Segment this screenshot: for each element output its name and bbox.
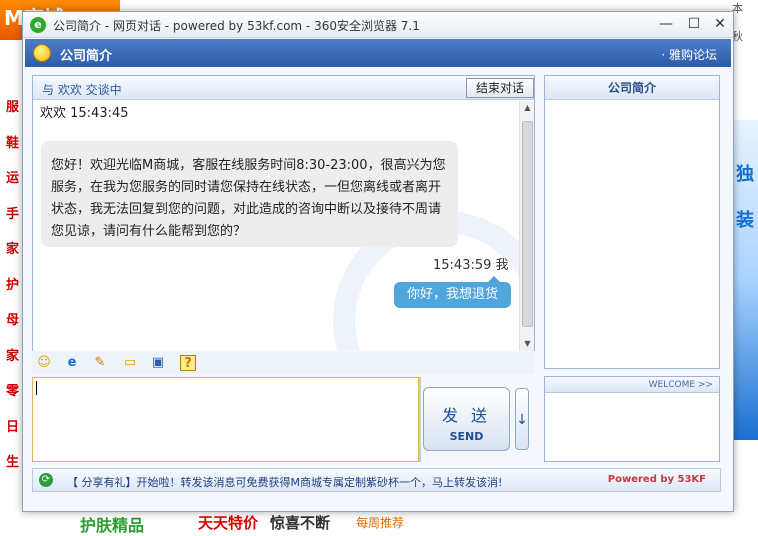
welcome-header[interactable]: WELCOME >>: [545, 377, 719, 393]
scroll-thumb[interactable]: [522, 121, 533, 327]
conversation-panel: 与 欢欢 交谈中 结束对话 欢欢 15:43:45 您好！欢迎光临M商城，客服在…: [32, 75, 535, 351]
scroll-down-icon[interactable]: ▼: [520, 337, 535, 351]
promo-weekly[interactable]: 每周推荐: [356, 514, 404, 531]
window-title: 公司简介 - 网页对话 - powered by 53kf.com - 360安…: [53, 19, 420, 33]
send-label-en: SEND: [449, 430, 484, 443]
message-input[interactable]: [32, 377, 419, 462]
user-message-bubble: 你好，我想退货: [394, 276, 511, 308]
minimize-button[interactable]: —: [653, 14, 679, 34]
notice-bar: ⟳ 【 分享有礼】开始啦！转发该消息可免费获得M商城专属定制紫砂杯一个，马上转发…: [32, 468, 721, 492]
user-message-sender: 15:43:59 我: [433, 258, 509, 273]
save-icon[interactable]: ▣: [150, 355, 166, 371]
share-icon: ⟳: [39, 473, 53, 487]
welcome-panel: WELCOME >>: [544, 376, 720, 462]
help-icon[interactable]: ?: [180, 355, 196, 371]
notice-text[interactable]: 【 分享有礼】开始啦！转发该消息可免费获得M商城专属定制紫砂杯一个，马上转发该消…: [67, 474, 537, 490]
company-info-title: 公司简介: [545, 76, 719, 100]
message-scrollbar[interactable]: ▲ ▼: [519, 101, 534, 351]
chat-header: 公司简介 · 雅购论坛: [25, 39, 731, 67]
input-toolbar: ☺ e ✎ ▭ ▣ ?: [32, 352, 535, 374]
ie-icon[interactable]: e: [64, 355, 80, 371]
window-titlebar[interactable]: e 公司简介 - 网页对话 - powered by 53kf.com - 36…: [23, 12, 733, 38]
category-item[interactable]: 服: [0, 90, 22, 126]
send-options-button[interactable]: ↓: [515, 388, 529, 450]
category-item[interactable]: 鞋: [0, 126, 22, 162]
send-label-zh: 发 送: [441, 406, 492, 425]
category-item[interactable]: 零: [0, 374, 22, 410]
smiley-logo-icon: [33, 44, 51, 62]
maximize-button[interactable]: ☐: [681, 14, 707, 34]
category-list: 服 鞋 运 手 家 护 母 家 零 日 生: [0, 90, 22, 481]
category-item[interactable]: 护: [0, 268, 22, 304]
top-right-links: 本 秋: [732, 0, 758, 56]
category-item[interactable]: 家: [0, 339, 22, 375]
chat-window: e 公司简介 - 网页对话 - powered by 53kf.com - 36…: [22, 11, 734, 512]
end-chat-button[interactable]: 结束对话: [466, 78, 534, 98]
input-scrollbar[interactable]: [419, 377, 421, 462]
close-button[interactable]: ✕: [707, 14, 733, 34]
conversation-header: 与 欢欢 交谈中 结束对话: [33, 76, 534, 100]
input-caret: [36, 381, 37, 395]
agent-message-bubble: 您好！欢迎光临M商城，客服在线服务时间8:30-23:00，很高兴为您服务，在我…: [41, 141, 458, 247]
message-list[interactable]: 欢欢 15:43:45 您好！欢迎光临M商城，客服在线服务时间8:30-23:0…: [33, 101, 519, 351]
forum-link[interactable]: · 雅购论坛: [661, 46, 717, 63]
chat-header-title: 公司简介: [60, 49, 113, 64]
company-info-panel: 公司简介: [544, 75, 720, 369]
smiley-icon[interactable]: ☺: [36, 355, 52, 371]
chat-status: 与 欢欢 交谈中: [42, 83, 122, 97]
scroll-up-icon[interactable]: ▲: [520, 101, 535, 115]
category-item[interactable]: 家: [0, 232, 22, 268]
folder-icon[interactable]: ▭: [122, 355, 138, 371]
side-banner[interactable]: 独 装: [734, 120, 758, 440]
agent-message-sender: 欢欢 15:43:45: [40, 106, 129, 121]
browser-icon: e: [30, 17, 46, 33]
send-button[interactable]: 发 送 SEND: [423, 387, 510, 451]
promo-skincare[interactable]: 护肤精品: [80, 512, 144, 536]
category-item[interactable]: 运: [0, 161, 22, 197]
banner-text: 装: [736, 210, 754, 231]
category-item[interactable]: 手: [0, 197, 22, 233]
category-item[interactable]: 生: [0, 445, 22, 481]
top-right-link[interactable]: 秋: [732, 28, 758, 56]
promo-surprise[interactable]: 惊喜不断: [270, 512, 330, 533]
banner-text: 独: [736, 164, 754, 185]
powered-by-label[interactable]: Powered by 53KF: [608, 474, 706, 485]
edit-icon[interactable]: ✎: [92, 355, 108, 371]
promo-daily-deals[interactable]: 天天特价: [198, 512, 258, 533]
top-right-link[interactable]: 本: [732, 0, 758, 28]
category-item[interactable]: 日: [0, 410, 22, 446]
category-item[interactable]: 母: [0, 303, 22, 339]
